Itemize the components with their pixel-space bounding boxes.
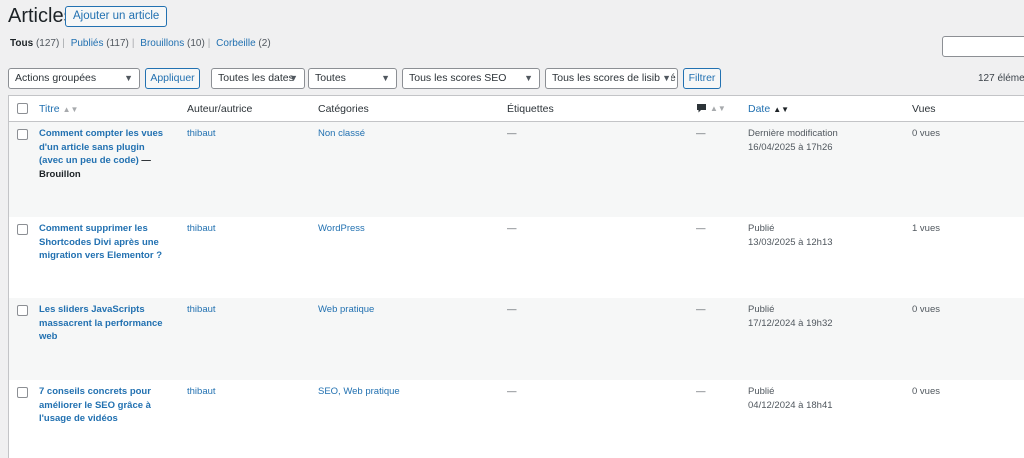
comment-bubble-icon xyxy=(697,103,706,113)
post-author[interactable]: thibaut xyxy=(187,127,216,141)
select-all-checkbox[interactable] xyxy=(17,103,28,114)
apply-button[interactable]: Appliquer xyxy=(145,68,200,89)
post-title[interactable]: Comment supprimer les Shortcodes Divi ap… xyxy=(39,222,171,263)
post-author[interactable]: thibaut xyxy=(187,303,216,317)
post-comments: — xyxy=(696,304,706,315)
seo-score-select[interactable]: Tous les scores SEO ▼ xyxy=(402,68,540,89)
post-title[interactable]: Comment compter les vues d'un article sa… xyxy=(39,127,171,181)
bulk-actions-value: Actions groupées xyxy=(15,72,97,84)
chevron-down-icon: ▼ xyxy=(289,73,298,83)
table-row: Comment supprimer les Shortcodes Divi ap… xyxy=(9,217,1024,298)
row-checkbox[interactable] xyxy=(17,129,28,140)
view-drafts-link[interactable]: Brouillons (10) xyxy=(140,38,205,49)
post-comments: — xyxy=(696,386,706,397)
add-article-button[interactable]: Ajouter un article xyxy=(65,6,168,27)
table-row: Comment compter les vues d'un article sa… xyxy=(9,122,1024,217)
readability-score-value: Tous les scores de lisibilité xyxy=(552,72,676,84)
post-views: 0 vues xyxy=(912,304,940,315)
post-date: Publié 13/03/2025 à 12h13 xyxy=(748,223,833,248)
items-count: 127 éléments xyxy=(978,73,1024,84)
post-tags: — xyxy=(507,128,517,139)
date-filter-value: Toutes les dates xyxy=(218,72,294,84)
chevron-down-icon: ▼ xyxy=(524,73,533,83)
post-date: Publié 17/12/2024 à 19h32 xyxy=(748,304,833,329)
column-comments-header[interactable]: ▲▼ xyxy=(696,102,726,114)
post-tags: — xyxy=(507,386,517,397)
post-views: 0 vues xyxy=(912,386,940,397)
chevron-down-icon: ▼ xyxy=(660,69,671,88)
post-author[interactable]: thibaut xyxy=(187,385,216,399)
posts-table: Titre ▲▼ Auteur/autrice Catégories Étique… xyxy=(8,95,1024,458)
category-filter-value: Toutes xyxy=(315,72,346,84)
column-categories-header: Catégories xyxy=(318,103,369,115)
row-checkbox[interactable] xyxy=(17,305,28,316)
table-header: Titre ▲▼ Auteur/autrice Catégories Étique… xyxy=(9,96,1024,122)
post-categories[interactable]: WordPress xyxy=(318,222,365,236)
post-comments: — xyxy=(696,223,706,234)
table-row: 7 conseils concrets pour améliorer le SE… xyxy=(9,380,1024,458)
row-checkbox[interactable] xyxy=(17,387,28,398)
post-author[interactable]: thibaut xyxy=(187,222,216,236)
search-input[interactable] xyxy=(942,36,1024,57)
bulk-actions-select[interactable]: Actions groupées ▼ xyxy=(8,68,140,89)
date-filter-select[interactable]: Toutes les dates ▼ xyxy=(211,68,305,89)
filter-button[interactable]: Filtrer xyxy=(683,68,721,89)
post-comments: — xyxy=(696,128,706,139)
post-tags: — xyxy=(507,223,517,234)
post-views: 1 vues xyxy=(912,223,940,234)
table-row: Les sliders JavaScripts massacrent la pe… xyxy=(9,298,1024,380)
view-trash-link[interactable]: Corbeille (2) xyxy=(216,38,270,49)
post-title[interactable]: 7 conseils concrets pour améliorer le SE… xyxy=(39,385,171,426)
page-title: Articles xyxy=(8,5,74,27)
view-all-link[interactable]: Tous (127) xyxy=(10,38,59,49)
column-author-header: Auteur/autrice xyxy=(187,103,253,115)
chevron-down-icon: ▼ xyxy=(381,73,390,83)
post-categories[interactable]: Non classé xyxy=(318,127,365,141)
readability-score-select[interactable]: Tous les scores de lisibilité ▼ xyxy=(545,68,678,89)
column-tags-header: Étiquettes xyxy=(507,103,554,115)
sort-icon: ▲▼ xyxy=(710,104,726,113)
column-title-header[interactable]: Titre ▲▼ xyxy=(39,103,78,115)
post-categories[interactable]: SEO, Web pratique xyxy=(318,385,400,399)
view-published-link[interactable]: Publiés (117) xyxy=(71,38,129,49)
status-filter-links: Tous (127) | Publiés (117) | Brouillons (1… xyxy=(10,38,271,49)
row-checkbox[interactable] xyxy=(17,224,28,235)
sort-icon: ▲▼ xyxy=(62,105,79,114)
chevron-down-icon: ▼ xyxy=(124,73,133,83)
sort-desc-icon: ▲▼ xyxy=(773,105,790,114)
post-tags: — xyxy=(507,304,517,315)
column-date-header[interactable]: Date ▲▼ xyxy=(748,103,789,115)
post-date: Dernière modification 16/04/2025 à 17h26 xyxy=(748,128,838,153)
post-views: 0 vues xyxy=(912,128,940,139)
post-title[interactable]: Les sliders JavaScripts massacrent la pe… xyxy=(39,303,171,344)
column-views-header: Vues xyxy=(912,103,936,115)
post-date: Publié 04/12/2024 à 18h41 xyxy=(748,386,833,411)
seo-score-value: Tous les scores SEO xyxy=(409,72,507,84)
post-categories[interactable]: Web pratique xyxy=(318,303,374,317)
category-filter-select[interactable]: Toutes ▼ xyxy=(308,68,397,89)
